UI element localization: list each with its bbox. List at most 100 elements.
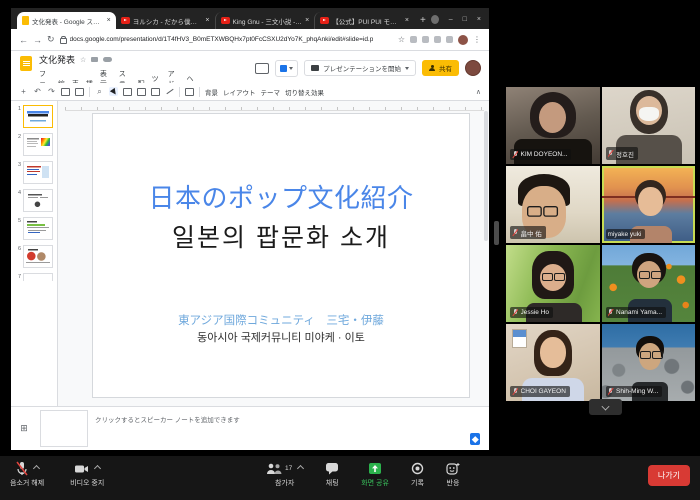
scene-shape — [638, 187, 663, 216]
insert-line-icon[interactable] — [165, 87, 174, 96]
record-button[interactable]: 기록 — [411, 461, 424, 488]
extension-icon[interactable] — [422, 36, 429, 43]
panel-resize-handle[interactable] — [494, 221, 499, 245]
extension-icon[interactable] — [410, 36, 417, 43]
chevron-up-icon[interactable] — [94, 465, 101, 472]
more-participants-chevron-button[interactable] — [589, 399, 622, 415]
browser-avatar[interactable] — [458, 35, 468, 45]
browser-menu-icon[interactable]: ⋮ — [473, 35, 481, 44]
browser-tab-youtube-1[interactable]: ヨルシカ - だから僕は音楽を辞めた × — [116, 12, 215, 29]
url-omnibox[interactable]: docs.google.com/presentation/d/1T4fHV3_B… — [60, 36, 393, 44]
stop-video-button[interactable]: 비디오 중지 — [70, 461, 104, 488]
collapse-toolbar-icon[interactable]: ∧ — [476, 88, 481, 96]
layout-button[interactable]: レイアウト — [223, 87, 256, 97]
tab-close-icon[interactable]: × — [405, 17, 409, 24]
chat-button[interactable]: 채팅 — [325, 461, 339, 488]
slide-title-japanese[interactable]: 日本のポップ文化紹介 — [93, 178, 469, 215]
extension-icon[interactable] — [446, 36, 453, 43]
tab-close-icon[interactable]: × — [107, 17, 111, 24]
comment-icon[interactable] — [185, 88, 194, 96]
share-screen-icon — [368, 462, 382, 475]
present-display-icon[interactable] — [255, 63, 269, 74]
slide-title-korean[interactable]: 일본의 팝문화 소개 — [93, 218, 469, 254]
explore-icon[interactable] — [470, 433, 480, 445]
back-icon[interactable]: ← — [19, 35, 28, 45]
browser-tab-youtube-2[interactable]: King Gnu - 三文小説 - YouTube × — [215, 12, 315, 29]
slide-thumbnail-7[interactable] — [23, 273, 53, 281]
scene-shape — [630, 90, 668, 134]
extension-icon[interactable] — [434, 36, 441, 43]
text-box-icon[interactable] — [123, 88, 132, 96]
share-button[interactable]: 共有 — [422, 60, 459, 76]
grid-view-icon[interactable]: ⊞ — [15, 410, 33, 447]
browser-tab-youtube-3[interactable]: 【公式】PUI PUI モルカー 第1話 × — [314, 12, 414, 29]
browser-tab-slides[interactable]: 文化発表 - Google スライド × — [17, 12, 116, 29]
slide-subtitle-korean[interactable]: 동아시아 국제커뮤니티 미야케 · 이토 — [93, 329, 469, 345]
reactions-label: 반응 — [447, 478, 460, 488]
participant-video[interactable]: KIM DOYEON... — [506, 87, 600, 164]
participant-name: 畠中 佑 — [521, 228, 542, 238]
slide-thumbnail-4[interactable] — [23, 189, 53, 212]
unmute-button[interactable]: 음소거 해제 — [10, 461, 44, 488]
browser-profile-icon[interactable] — [431, 15, 439, 24]
paint-format-icon[interactable] — [75, 88, 84, 96]
participant-video[interactable]: Shih-Ming W... — [602, 324, 696, 401]
move-folder-icon[interactable] — [91, 57, 98, 62]
chevron-up-icon[interactable] — [297, 465, 304, 472]
insert-shape-icon[interactable] — [151, 88, 160, 96]
tab-close-icon[interactable]: × — [205, 17, 209, 24]
slide-thumbnail-5[interactable] — [23, 217, 53, 240]
reactions-button[interactable]: 반응 — [446, 461, 460, 488]
participant-video-active-speaker[interactable]: miyake yuki — [602, 166, 696, 243]
participant-video[interactable]: Nanami Yama... — [602, 245, 696, 322]
maximize-button[interactable]: □ — [463, 16, 467, 23]
star-document-icon[interactable]: ☆ — [80, 56, 86, 64]
leave-meeting-button[interactable]: 나가기 — [648, 465, 690, 486]
canvas-scrollbar[interactable] — [484, 111, 488, 241]
reload-icon[interactable]: ↻ — [47, 34, 55, 45]
new-slide-icon[interactable]: + — [19, 87, 28, 96]
speaker-notes-input[interactable]: クリックするとスピーカー ノートを追加できます — [95, 410, 481, 447]
slide-thumbnail-6[interactable] — [23, 245, 53, 268]
theme-button[interactable]: テーマ — [261, 87, 281, 97]
slide-subtitle-japanese[interactable]: 東アジア国際コミュニティ 三宅・伊藤 — [93, 312, 469, 328]
youtube-favicon — [221, 17, 230, 24]
slide-thumbnail-3[interactable] — [23, 161, 53, 184]
redo-icon[interactable]: ↷ — [47, 87, 56, 96]
background-button[interactable]: 背景 — [205, 87, 218, 97]
select-cursor-icon[interactable] — [109, 87, 118, 96]
print-icon[interactable] — [61, 88, 70, 96]
bookmark-star-icon[interactable]: ☆ — [398, 35, 405, 44]
participant-name-badge: miyake yuki — [606, 229, 646, 239]
slide-canvas-area: 日本のポップ文化紹介 일본의 팝문화 소개 東アジア国際コミュニティ 三宅・伊藤… — [58, 101, 489, 406]
chevron-up-icon[interactable] — [33, 465, 40, 472]
participants-button[interactable]: 17 참가자 — [266, 461, 303, 488]
scene-shape — [530, 92, 576, 138]
account-avatar[interactable] — [465, 60, 481, 76]
caret-down-icon — [405, 67, 409, 70]
close-button[interactable]: × — [477, 16, 481, 23]
participant-video[interactable]: 정호진 — [602, 87, 696, 164]
current-slide-canvas[interactable]: 日本のポップ文化紹介 일본의 팝문화 소개 東アジア国際コミュニティ 三宅・伊藤… — [92, 113, 470, 398]
participant-video[interactable]: Jessie Ho — [506, 245, 600, 322]
document-title[interactable]: 文化発表 — [39, 53, 75, 66]
tab-close-icon[interactable]: × — [305, 17, 309, 24]
new-tab-button[interactable]: + — [420, 15, 426, 26]
undo-icon[interactable]: ↶ — [33, 87, 42, 96]
present-mode-button[interactable] — [275, 60, 298, 77]
participant-video[interactable]: CHOI GAYEON — [506, 324, 600, 401]
slide-thumbnail-2[interactable] — [23, 133, 53, 156]
participant-name-badge: CHOI GAYEON — [510, 386, 570, 397]
minimize-button[interactable]: – — [449, 16, 453, 23]
transition-button[interactable]: 切り替え効果 — [285, 87, 324, 97]
insert-image-icon[interactable] — [137, 88, 146, 96]
slide-thumbnail-1[interactable] — [23, 105, 53, 128]
google-slides-logo[interactable] — [20, 56, 32, 71]
share-screen-button[interactable]: 화면 공유 — [361, 461, 389, 488]
mic-muted-icon — [512, 388, 518, 396]
start-presentation-button[interactable]: プレゼンテーションを開始 — [304, 60, 416, 76]
participant-name-badge: Jessie Ho — [510, 307, 553, 318]
zoom-icon[interactable]: ⌕ — [95, 87, 104, 96]
forward-icon[interactable]: → — [33, 35, 42, 45]
participant-video[interactable]: 畠中 佑 — [506, 166, 600, 243]
